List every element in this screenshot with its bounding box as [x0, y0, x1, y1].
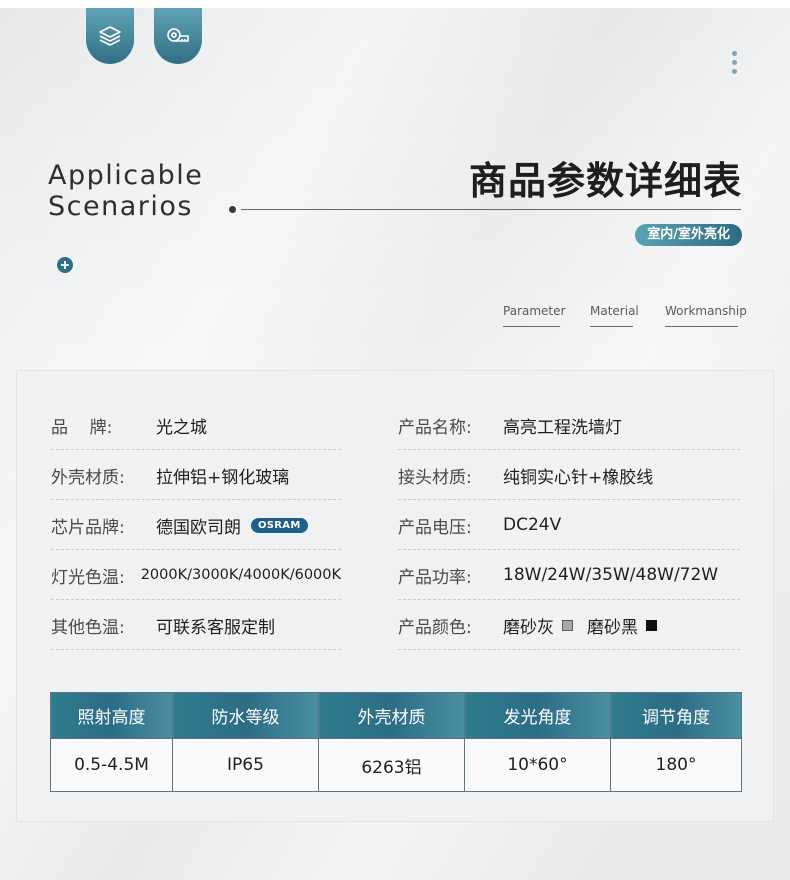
title-divider-line	[241, 209, 741, 210]
table-header-cell: 照射高度	[50, 692, 173, 739]
subnav-material[interactable]: Material	[590, 304, 639, 327]
title-divider-dot	[229, 206, 236, 213]
table-header-cell: 调节角度	[610, 692, 742, 739]
top-band	[0, 0, 790, 8]
spec-label: 产品名称:	[398, 417, 472, 438]
spec-label: 灯光色温:	[51, 567, 125, 588]
spec-value: 18W/24W/35W/48W/72W	[503, 565, 719, 585]
table-header-row: 照射高度 防水等级 外壳材质 发光角度 调节角度	[50, 692, 742, 739]
tape-measure-icon	[167, 28, 189, 42]
gray-swatch	[562, 619, 573, 631]
table-cell: IP65	[172, 738, 319, 792]
color-option-gray: 磨砂灰	[503, 617, 554, 638]
spec-label: 产品颜色:	[398, 617, 472, 638]
osram-logo: OSRAM	[251, 517, 308, 533]
scenario-badge: 室内/室外亮化	[635, 224, 742, 246]
tape-measure-tab[interactable]	[154, 8, 202, 64]
spec-summary-table: 照射高度 防水等级 外壳材质 发光角度 调节角度 0.5-4.5M IP65 6…	[50, 692, 742, 792]
spec-row-power: 产品功率: 18W/24W/35W/48W/72W	[398, 550, 740, 600]
table-row: 0.5-4.5M IP65 6263铝 10*60° 180°	[50, 738, 742, 792]
spec-row-brand: 品 牌: 光之城	[51, 400, 341, 450]
black-swatch	[646, 619, 657, 631]
table-header-cell: 发光角度	[464, 692, 611, 739]
spec-row-shell-material: 外壳材质: 拉伸铝+钢化玻璃	[51, 450, 341, 500]
spec-value: 2000K/3000K/4000K/6000K	[140, 567, 341, 583]
layers-tab[interactable]	[86, 8, 134, 64]
spec-label: 其他色温:	[51, 617, 125, 638]
page-title: 商品参数详细表	[468, 159, 742, 203]
spec-row-product-color: 产品颜色: 磨砂灰 磨砂黑	[398, 600, 740, 650]
spec-label: 外壳材质:	[51, 467, 125, 488]
more-options-icon[interactable]	[732, 51, 738, 75]
spec-row-connector-material: 接头材质: 纯铜实心针+橡胶线	[398, 450, 740, 500]
table-header-cell: 防水等级	[172, 692, 319, 739]
table-cell: 180°	[610, 738, 742, 792]
table-cell: 10*60°	[464, 738, 611, 792]
spec-row-color-temp: 灯光色温: 2000K/3000K/4000K/6000K	[51, 550, 341, 600]
spec-row-voltage: 产品电压: DC24V	[398, 500, 740, 550]
spec-row-product-name: 产品名称: 高亮工程洗墙灯	[398, 400, 740, 450]
english-title: Applicable Scenarios	[48, 160, 204, 222]
spec-label: 接头材质:	[398, 467, 472, 488]
spec-row-other-temp: 其他色温: 可联系客服定制	[51, 600, 341, 650]
layers-icon	[99, 26, 121, 46]
spec-label: 产品电压:	[398, 517, 472, 538]
table-header-cell: 外壳材质	[318, 692, 465, 739]
plus-circle-icon[interactable]	[57, 257, 73, 273]
color-options: 磨砂灰 磨砂黑	[503, 613, 657, 638]
table-cell: 6263铝	[318, 738, 465, 792]
spec-label: 芯片品牌:	[51, 517, 125, 538]
spec-value: 可联系客服定制	[156, 617, 275, 638]
color-option-black: 磨砂黑	[587, 617, 638, 638]
table-cell: 0.5-4.5M	[50, 738, 173, 792]
spec-value-wrap: 德国欧司朗 OSRAM	[156, 513, 308, 538]
subnav-parameter[interactable]: Parameter	[503, 304, 565, 327]
spec-label: 产品功率:	[398, 567, 472, 588]
spec-label: 品 牌:	[51, 417, 113, 438]
spec-value: DC24V	[503, 515, 562, 535]
spec-value: 拉伸铝+钢化玻璃	[156, 467, 290, 488]
spec-value: 德国欧司朗	[156, 517, 241, 538]
spec-value: 光之城	[156, 417, 207, 438]
spec-value: 高亮工程洗墙灯	[503, 417, 622, 438]
spec-value: 纯铜实心针+橡胶线	[503, 467, 654, 488]
subnav-workmanship[interactable]: Workmanship	[665, 304, 747, 327]
spec-row-chip-brand: 芯片品牌: 德国欧司朗 OSRAM	[51, 500, 341, 550]
